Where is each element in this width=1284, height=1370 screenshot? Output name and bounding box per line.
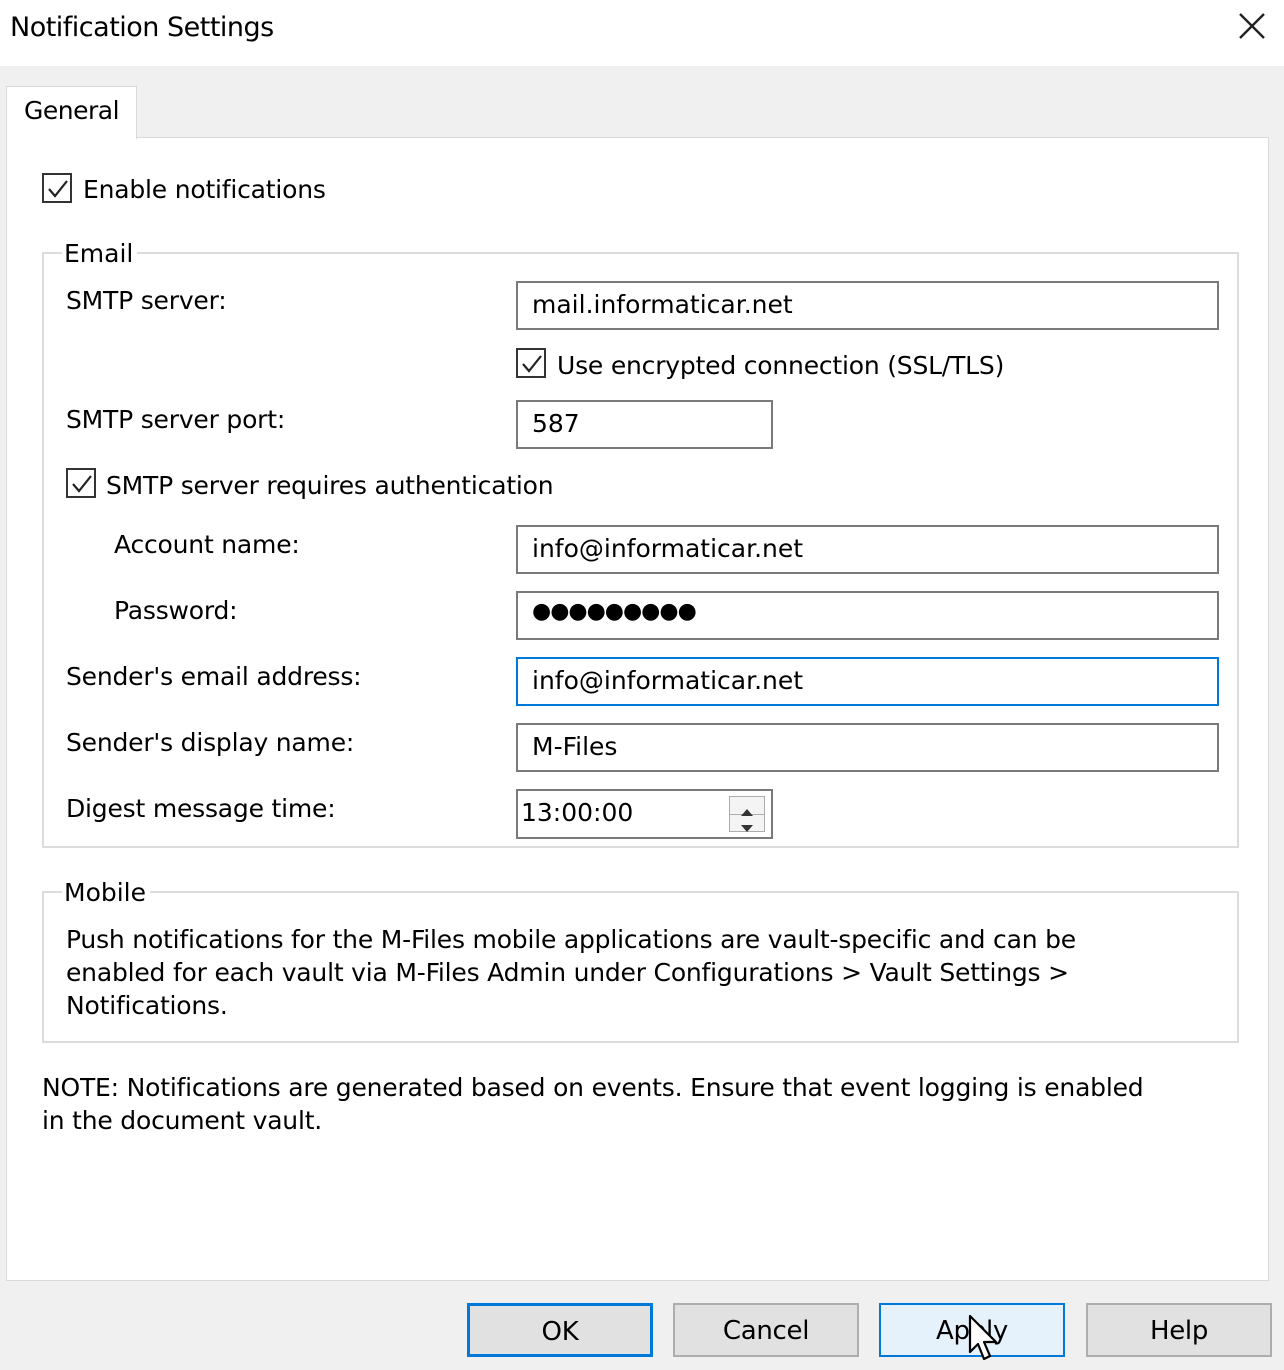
sender-email-label: Sender's email address: [66, 662, 362, 691]
smtp-port-label: SMTP server port: [66, 405, 286, 434]
encrypted-connection-label[interactable]: Use encrypted connection (SSL/TLS) [557, 351, 1004, 380]
tab-general[interactable]: General [6, 86, 137, 139]
enable-notifications-label[interactable]: Enable notifications [83, 175, 326, 204]
requires-auth-label[interactable]: SMTP server requires authentication [106, 471, 554, 500]
mobile-group-label: Mobile [62, 878, 151, 907]
tab-general-label: General [24, 96, 120, 125]
account-name-label: Account name: [114, 530, 300, 559]
encrypted-connection-checkbox[interactable] [516, 348, 546, 378]
note-text: NOTE: Notifications are generated based … [42, 1073, 1144, 1135]
digest-time-label: Digest message time: [66, 794, 336, 823]
sender-display-label: Sender's display name: [66, 728, 355, 757]
email-group-label: Email [62, 239, 138, 268]
smtp-server-label: SMTP server: [66, 286, 227, 315]
mobile-info-text: Push notifications for the M-Files mobil… [66, 925, 1076, 1020]
sender-display-input[interactable]: M-Files [516, 723, 1219, 772]
cancel-button[interactable]: Cancel [673, 1303, 859, 1357]
account-name-input[interactable]: info@informaticar.net [516, 525, 1219, 574]
checkmark-icon [522, 355, 542, 373]
checkmark-icon [48, 180, 68, 198]
smtp-server-input[interactable]: mail.informaticar.net [516, 281, 1219, 330]
checkmark-icon [72, 475, 92, 493]
help-button[interactable]: Help [1086, 1303, 1272, 1357]
spin-down-icon[interactable] [730, 814, 764, 832]
enable-notifications-checkbox[interactable] [42, 173, 72, 203]
mouse-cursor-icon [968, 1314, 998, 1361]
ok-button[interactable]: OK [467, 1303, 653, 1357]
password-input[interactable]: ●●●●●●●●● [516, 591, 1219, 640]
password-label: Password: [114, 596, 238, 625]
digest-time-input[interactable]: 13:00:00 [516, 789, 773, 839]
spin-up-icon[interactable] [730, 797, 764, 816]
close-icon[interactable] [1230, 8, 1274, 48]
dialog-title: Notification Settings [10, 12, 274, 43]
sender-email-input[interactable]: info@informaticar.net [516, 657, 1219, 706]
requires-auth-checkbox[interactable] [66, 468, 96, 498]
time-spinner[interactable] [729, 796, 765, 832]
title-bar: Notification Settings [0, 0, 1284, 66]
smtp-port-input[interactable]: 587 [516, 400, 773, 449]
